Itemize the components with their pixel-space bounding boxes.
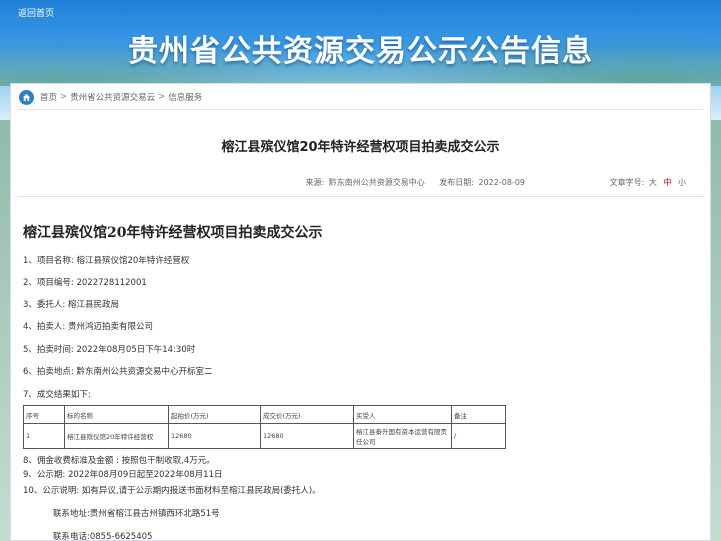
table-header-cell: 序号 [23,405,65,424]
item-result-heading: 7、成交结果如下: [23,390,91,400]
item-project-number: 2、项目编号: 2022728112001 [23,278,147,288]
table-cell: / [451,423,506,449]
breadcrumb-separator: > [158,92,166,102]
home-icon[interactable] [19,89,34,105]
notice-source-date: 来源: 黔东南州公共资源交易中心 发布日期: 2022-08-09 [303,177,525,188]
table-header-row: 序号 标的名称 起拍价(万元) 成交价(万元) 买受人 备注 [23,405,506,424]
table-header-cell: 买受人 [353,405,452,424]
back-home-link[interactable]: 返回首页 [18,6,54,19]
divider [17,196,704,197]
divider [17,109,704,110]
breadcrumb: 首页 > 贵州省公共资源交易云 > 信息服务 [19,89,202,105]
item-project-name: 1、项目名称: 榕江县殡仪馆20年特许经营权 [23,256,190,266]
font-size-medium[interactable]: 中 [663,178,671,187]
table-header-cell: 标的名称 [64,405,169,424]
table-row: 1 榕江县殡仪馆20年特许经营权 12680 12680 榕江县泰升国有资本运营… [23,423,506,449]
notice-title: 榕江县殡仪馆20年特许经营权项目拍卖成交公示 [221,140,500,155]
table-cell: 榕江县殡仪馆20年特许经营权 [64,423,169,449]
contact-address: 联系地址:贵州省榕江县古州镇西环北路51号 [53,509,220,519]
item-auction-time: 5、拍卖时间: 2022年08月05日下午14:30时 [23,345,196,355]
item-auction-place: 6、拍卖地点: 黔东南州公共资源交易中心开标室二 [23,367,213,377]
source-value: 黔东南州公共资源交易中心 [328,178,425,187]
breadcrumb-info-service[interactable]: 信息服务 [168,91,202,103]
banner-title: 贵州省公共资源交易公示公告信息 [128,34,593,69]
result-table: 序号 标的名称 起拍价(万元) 成交价(万元) 买受人 备注 1 榕江县殡仪馆2… [23,405,506,449]
right-scenery [711,120,721,541]
breadcrumb-separator: > [60,92,68,102]
left-scenery [0,120,10,541]
content-title: 榕江县殡仪馆20年特许经营权项目拍卖成交公示 [23,225,323,241]
item-publicity-period: 9、公示期: 2022年08月09日起至2022年08月11日 [23,470,223,480]
font-size-large[interactable]: 大 [649,178,657,187]
table-cell: 榕江县泰升国有资本运营有限责任公司 [353,423,452,449]
table-cell: 12680 [260,423,354,449]
item-commission: 8、佣金收费标准及金额 : 按照包干制收取,4万元。 [23,456,215,466]
item-auctioneer: 4、拍卖人: 贵州鸿迈拍卖有限公司 [23,322,153,332]
font-size-selector: 文章字号: 大 中 小 [608,177,688,188]
item-publicity-note: 10、公示说明: 如有异议,请于公示期内报送书面材料至榕江县民政局(委托人)。 [23,486,321,496]
breadcrumb-trading-cloud[interactable]: 贵州省公共资源交易云 [70,91,155,103]
item-client: 3、委托人: 榕江县民政局 [23,300,119,310]
breadcrumb-home[interactable]: 首页 [40,91,57,103]
source-label: 来源: [305,178,325,187]
font-size-small[interactable]: 小 [678,178,686,187]
table-header-cell: 起拍价(万元) [168,405,261,424]
table-cell: 12680 [168,423,261,449]
date-value: 2022-08-09 [478,178,526,187]
date-label: 发布日期: [439,178,474,187]
header-banner: 返回首页 贵州省公共资源交易公示公告信息 [0,0,721,86]
table-header-cell: 成交价(万元) [260,405,354,424]
table-cell: 1 [23,423,65,449]
content-panel: 首页 > 贵州省公共资源交易云 > 信息服务 榕江县殡仪馆20年特许经营权项目拍… [10,83,711,541]
contact-phone: 联系电话:0855-6625405 [53,532,153,541]
table-header-cell: 备注 [451,405,506,424]
font-size-label: 文章字号: [609,178,645,187]
